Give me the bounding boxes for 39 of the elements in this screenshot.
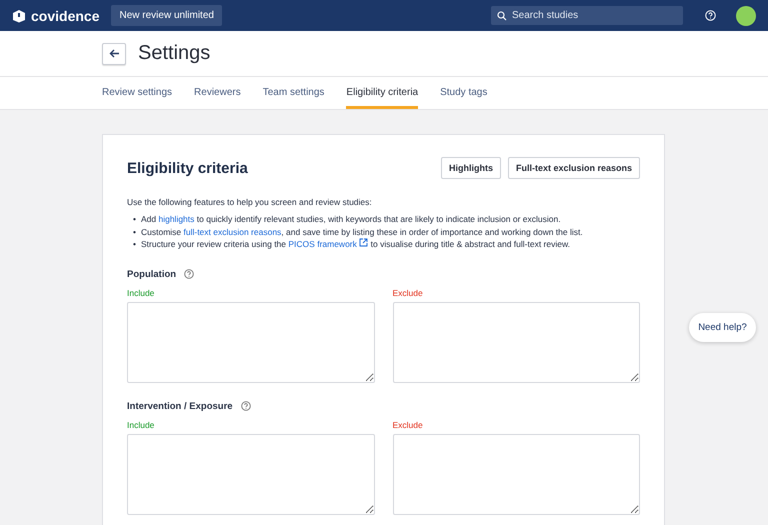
avatar[interactable] [736,6,756,26]
link[interactable]: full-text exclusion reasons [184,226,282,236]
exclude-label: Exclude [392,288,424,298]
exclude-label: Exclude [392,420,424,430]
option-button[interactable]: Highlights [440,157,501,179]
option-button[interactable]: Full-text exclusion reasons [508,157,640,179]
back-button[interactable] [102,42,126,64]
search-field[interactable]: Search studies [491,6,683,25]
section-title: Intervention / Exposure [127,400,233,412]
page-title: Settings [138,42,210,65]
bullet-text: Structure your review criteria using the PICOS framework to visualise during title & abstract and full-text review. [140,238,570,250]
bullet-marker: • [133,226,136,238]
link[interactable]: PICOS framework [288,239,357,249]
bullet-marker: • [133,213,136,226]
help-button[interactable]: Need help? [689,313,756,342]
intro-text: Use the following features to help you screen and review studies: [127,197,373,207]
exclude-field[interactable] [392,302,640,382]
tab[interactable]: Reviewers [194,77,241,109]
logo-icon [12,8,26,22]
search-icon [497,11,507,21]
bullet-text: Add highlights to quickly identify relevant studies, with keywords that are likely to indicate inclusion or exclusion. [140,213,561,226]
external-link-icon[interactable] [359,238,368,247]
review-button[interactable]: New review unlimited [111,5,222,26]
tab[interactable]: Eligibility criteria [346,77,418,109]
include-label: Include [127,288,156,298]
tab[interactable]: Team settings [262,77,324,109]
card-title: Eligibility criteria [127,160,249,176]
tab[interactable]: Study tags [440,77,488,109]
bullet-text: Customise full-text exclusion reasons, and save time by listing these in order of importance and working down the list. [140,226,583,238]
logo-text: covidence [31,8,100,24]
exclude-field[interactable] [392,434,640,514]
include-label: Include [127,420,156,430]
section-title: Population [127,268,176,280]
back-arrow-icon [108,49,120,58]
include-field[interactable] [127,302,374,382]
bullet-marker: • [133,238,136,250]
include-field[interactable] [127,434,374,514]
link[interactable]: highlights [158,214,194,224]
tab[interactable]: Review settings [102,77,172,109]
